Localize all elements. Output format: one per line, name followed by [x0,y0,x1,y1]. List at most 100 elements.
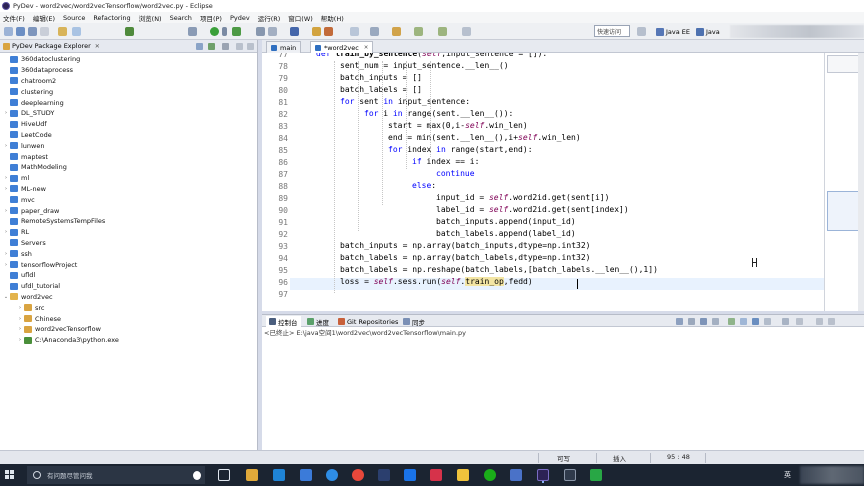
code-line[interactable]: batch_labels = np.reshape(batch_labels,[… [340,265,658,277]
scroll-lock-icon[interactable] [728,318,735,325]
tree-item[interactable]: ⌄ word2vec [0,292,258,303]
tree-item[interactable]: clustering [0,86,258,97]
chrome-icon[interactable] [352,469,364,481]
tree-item[interactable]: › ml [0,173,258,184]
menu-file[interactable]: 文件(F) [3,13,25,23]
store-icon[interactable] [300,469,312,481]
expand-arrow-icon[interactable]: › [2,110,10,116]
tree-item[interactable]: mvc [0,194,258,205]
eclipse-taskbar-icon[interactable] [537,469,549,481]
code-line[interactable]: batch_labels = [] [340,85,422,97]
tab-progress[interactable]: 进度 [307,316,329,327]
tree-item[interactable]: RemoteSystemsTempFiles [0,216,258,227]
tree-item[interactable]: › ssh [0,248,258,259]
code-line[interactable]: else: [412,181,436,193]
menu-source[interactable]: Source [63,14,85,22]
debug-icon[interactable] [232,27,241,36]
tree-item[interactable]: › RL [0,227,258,238]
perspective-java-ee[interactable]: Java EE [656,26,690,37]
code-line[interactable]: batch_inputs.append(input_id) [436,217,576,229]
display-console-icon[interactable] [764,318,771,325]
pin-console-icon[interactable] [752,318,759,325]
edge-icon[interactable] [273,469,285,481]
open-type-icon[interactable] [58,27,67,36]
tree-item[interactable]: › tensorflowProject [0,259,258,270]
menu-help[interactable]: 帮助(H) [321,13,344,23]
external-tools-icon[interactable] [256,27,265,36]
start-button[interactable] [5,470,15,480]
toggle-breakpoint-icon[interactable] [268,27,277,36]
annotation-icon[interactable] [350,27,359,36]
tree-item[interactable]: Servers [0,238,258,249]
menu-run[interactable]: 运行(R) [258,13,281,23]
tree-item[interactable]: › DL_STUDY [0,108,258,119]
menu-window[interactable]: 窗口(W) [288,13,313,23]
code-line[interactable]: def train_by_sentence(self,input_sentenc… [316,53,547,61]
link-editor-icon[interactable] [208,43,215,50]
folder-icon[interactable] [457,469,469,481]
close-icon[interactable]: ✕ [95,43,100,50]
code-line[interactable]: if index == i: [412,157,479,169]
back-icon[interactable] [414,27,423,36]
minimize-icon[interactable] [816,318,823,325]
tree-item[interactable]: HiveUdf [0,119,258,130]
console-output[interactable] [262,337,864,450]
code-line[interactable]: end = min(sent.__len__(),i+self.win_len) [388,133,581,145]
tree-item[interactable]: › lunwen [0,140,258,151]
code-line[interactable]: batch_inputs = [] [340,73,422,85]
taskbar-search-box[interactable]: 有问题尽管问我 [27,466,205,484]
expand-arrow-icon[interactable]: ⌄ [2,294,10,300]
minimize-icon[interactable] [236,43,243,50]
notepad-icon[interactable] [590,469,602,481]
expand-arrow-icon[interactable]: › [16,305,24,311]
expand-arrow-icon[interactable]: › [2,186,10,192]
menu-refactoring[interactable]: Refactoring [93,14,130,22]
pydev-icon[interactable] [125,27,134,36]
file-explorer-icon[interactable] [246,469,258,481]
tab-main[interactable]: main [266,41,302,53]
tree-item[interactable]: MathModeling [0,162,258,173]
run-icon[interactable] [210,27,219,36]
maximize-icon[interactable] [828,318,835,325]
tree-item[interactable]: › paper_draw [0,205,258,216]
quick-access-input[interactable]: 快速访问 [594,25,630,37]
tab-git-repositories[interactable]: Git Repositories [338,316,398,327]
expand-arrow-icon[interactable]: › [2,229,10,235]
open-perspective-icon[interactable] [637,27,646,36]
expand-arrow-icon[interactable]: › [2,262,10,268]
view-menu-icon[interactable] [796,318,803,325]
clear-console-icon[interactable] [712,318,719,325]
forward-icon[interactable] [438,27,447,36]
debug-settings-icon[interactable] [188,27,197,36]
save-icon[interactable] [16,27,25,36]
tab-console[interactable]: 控制台 [266,316,301,327]
code-line[interactable]: continue [436,169,475,181]
editor-scrollbar[interactable] [858,53,864,311]
code-editor[interactable]: 77 78 79 80 81 82 83 84 85 86 87 88 89 90 91 92 93 94 95 96… [262,53,824,311]
microphone-icon[interactable] [193,471,201,480]
tree-item[interactable]: ufdl_tutorial [0,281,258,292]
collapse-all-icon[interactable] [196,43,203,50]
expand-arrow-icon[interactable]: › [2,175,10,181]
save-all-icon[interactable] [28,27,37,36]
word-wrap-icon[interactable] [740,318,747,325]
tree-item[interactable]: ufldl [0,270,258,281]
new-folder-icon[interactable] [312,27,321,36]
tree-item[interactable]: deeplearning [0,97,258,108]
code-line[interactable]: input_id = self.word2id.get(sent[i]) [436,193,609,205]
expand-arrow-icon[interactable]: › [2,143,10,149]
task-view-icon[interactable] [218,469,230,481]
remove-launch-icon[interactable] [688,318,695,325]
package-explorer-tab[interactable]: PyDev Package Explorer ✕ [0,40,257,53]
tree-item[interactable]: 360datoclustering [0,54,258,65]
run-dropdown-icon[interactable] [222,27,227,36]
menu-pydev[interactable]: Pydev [230,14,250,22]
tree-item[interactable]: › src [0,302,258,313]
windows-media-icon[interactable] [378,469,390,481]
maximize-icon[interactable] [247,43,254,50]
vmware-icon[interactable] [404,469,416,481]
code-line[interactable]: loss = self.sess.run(self.train_op,fedd) [340,277,533,289]
code-line[interactable]: label_id = self.word2id.get(sent[index]) [436,205,629,217]
code-line[interactable]: batch_labels.append(label_id) [436,229,576,241]
expand-arrow-icon[interactable]: › [16,337,24,343]
